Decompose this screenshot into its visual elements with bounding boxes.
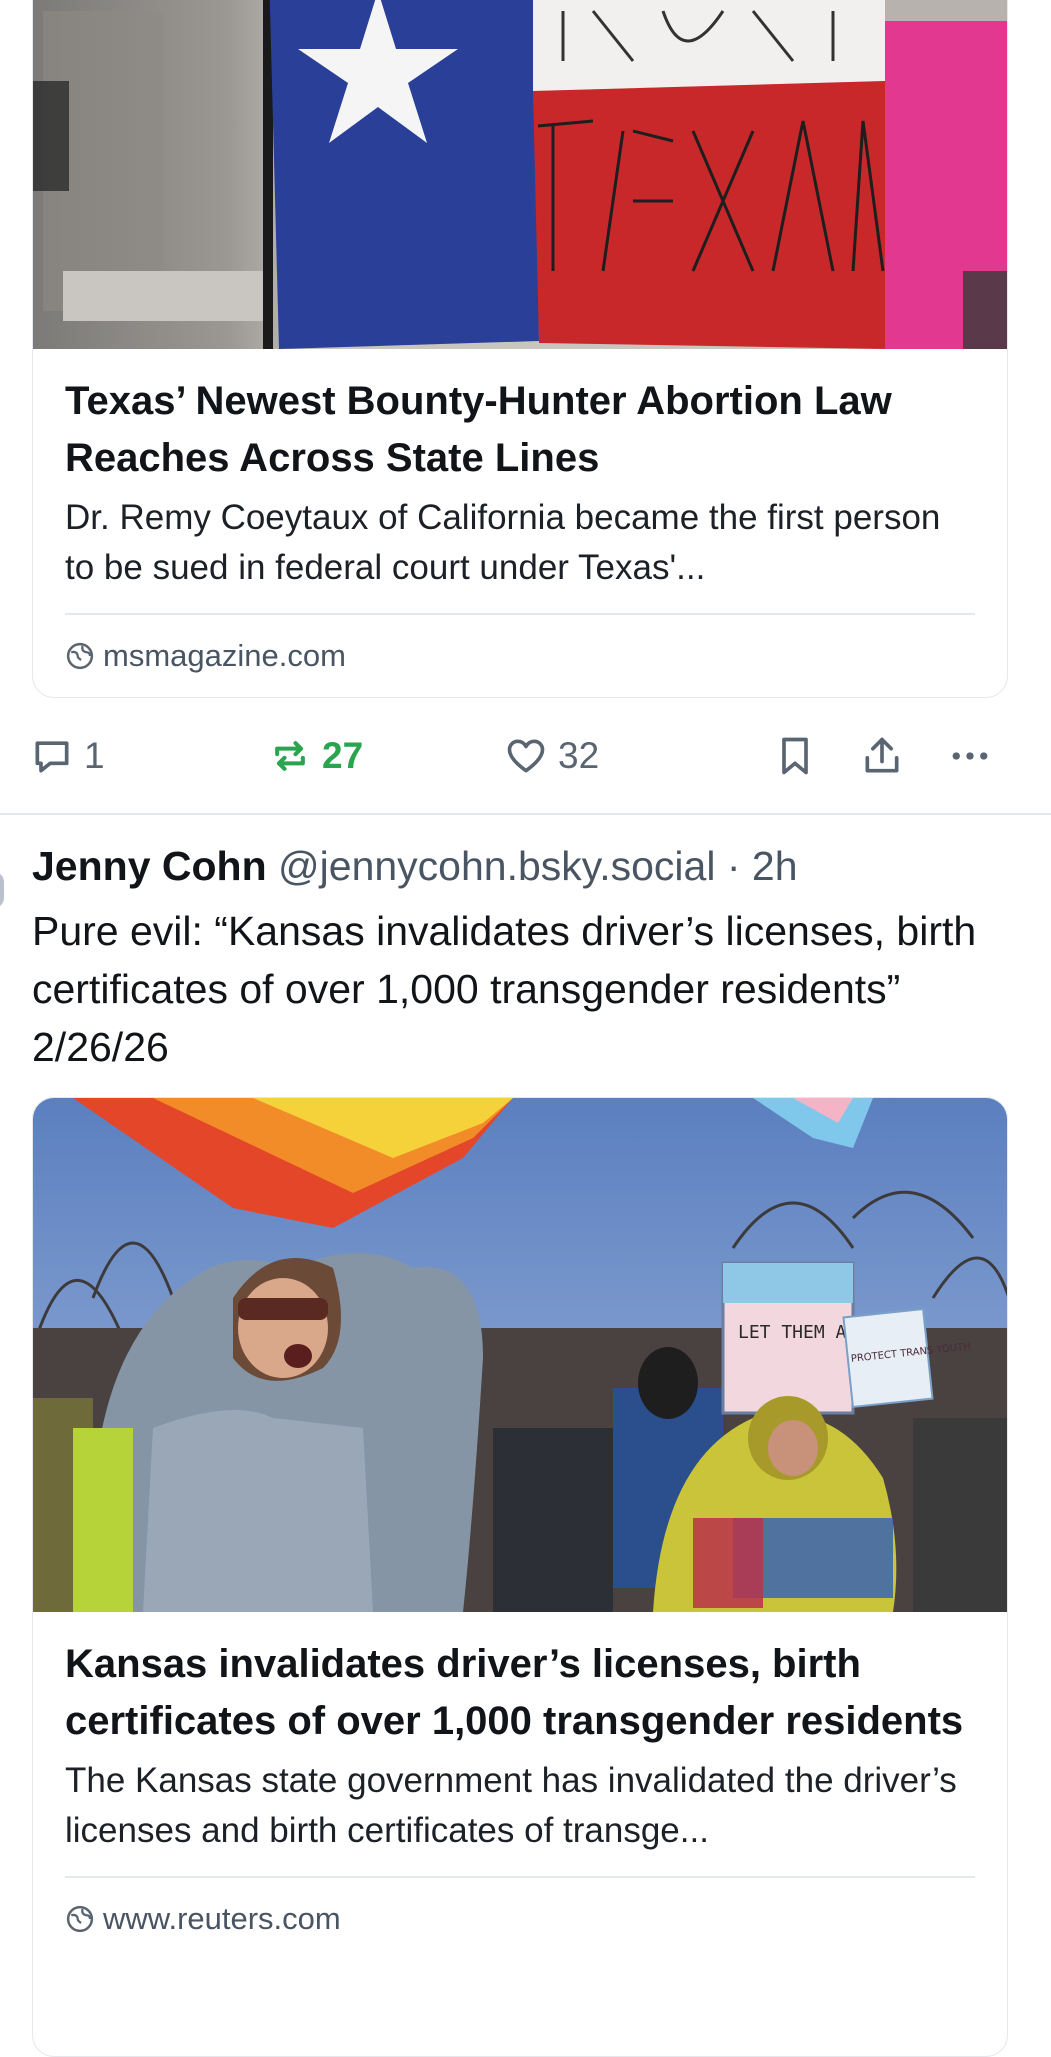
link-card-kansas[interactable]: LET THEM ALL PROTECT TRANS YOUTH Kansas … bbox=[32, 1097, 1008, 2057]
bookmark-icon bbox=[782, 737, 808, 775]
link-card-domain: www.reuters.com bbox=[103, 1900, 341, 1936]
ellipsis-icon bbox=[952, 752, 988, 760]
link-card-domain: msmagazine.com bbox=[103, 637, 346, 673]
link-card-source[interactable]: msmagazine.com bbox=[65, 615, 975, 697]
like-count: 32 bbox=[558, 735, 600, 776]
post-header: Jenny Cohn @jennycohn.bsky.social · 2h bbox=[32, 838, 798, 894]
reply-icon bbox=[35, 741, 69, 773]
link-card-image: LET THEM ALL PROTECT TRANS YOUTH bbox=[33, 1098, 1007, 1612]
link-card-image bbox=[33, 0, 1007, 349]
repost-button[interactable]: 27 bbox=[268, 734, 363, 778]
reply-button[interactable]: 1 bbox=[30, 734, 105, 778]
like-button[interactable]: 32 bbox=[504, 734, 599, 778]
bookmark-button[interactable] bbox=[773, 734, 817, 778]
globe-icon bbox=[66, 1905, 94, 1932]
link-card-description: The Kansas state government has invalida… bbox=[65, 1761, 957, 1850]
avatar[interactable] bbox=[0, 872, 4, 908]
repost-count: 27 bbox=[322, 735, 364, 776]
link-card-source[interactable]: www.reuters.com bbox=[65, 1878, 975, 1960]
heart-icon bbox=[507, 739, 545, 773]
share-button[interactable] bbox=[860, 734, 904, 778]
author-handle[interactable]: @jennycohn.bsky.social bbox=[278, 843, 715, 889]
link-card-description: Dr. Remy Coeytaux of California became t… bbox=[65, 498, 941, 587]
link-card-title: Texas’ Newest Bounty-Hunter Abortion Law… bbox=[65, 379, 892, 480]
reply-count: 1 bbox=[84, 735, 105, 776]
more-options-button[interactable] bbox=[948, 734, 992, 778]
link-card-title: Kansas invalidates driver’s licenses, bi… bbox=[65, 1642, 964, 1743]
post-separator bbox=[0, 813, 1051, 815]
link-card-texas[interactable]: Texas’ Newest Bounty-Hunter Abortion Law… bbox=[32, 0, 1008, 698]
post-text: Pure evil: “Kansas invalidates driver’s … bbox=[32, 908, 977, 1070]
globe-icon bbox=[66, 642, 94, 669]
repost-icon bbox=[275, 741, 305, 771]
post-action-bar: 1 27 32 bbox=[0, 708, 1051, 802]
post-timestamp[interactable]: · 2h bbox=[727, 843, 798, 889]
share-icon bbox=[865, 737, 899, 773]
author-name[interactable]: Jenny Cohn bbox=[32, 843, 267, 889]
